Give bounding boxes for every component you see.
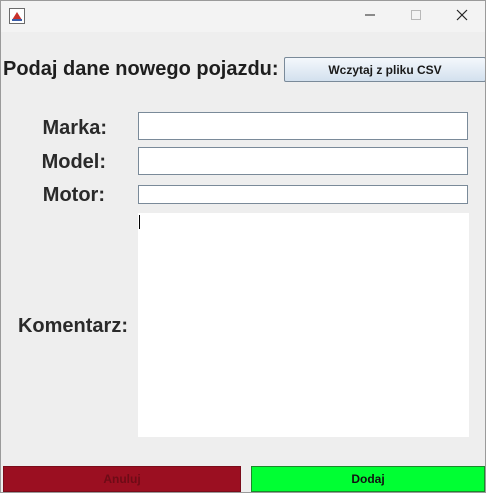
window: Podaj dane nowego pojazdu: Wczytaj z pli… <box>0 0 486 493</box>
minimize-icon <box>364 8 376 26</box>
marka-label: Marka: <box>42 117 107 139</box>
form-heading: Podaj dane nowego pojazdu: <box>3 58 279 80</box>
model-field[interactable] <box>138 147 468 175</box>
model-label: Model: <box>41 151 106 173</box>
close-button[interactable] <box>439 1 485 32</box>
maximize-button[interactable] <box>393 1 439 32</box>
maximize-icon <box>410 8 422 26</box>
text-caret <box>139 215 140 229</box>
load-csv-button[interactable]: Wczytaj z pliku CSV <box>284 57 485 82</box>
komentarz-textarea[interactable] <box>138 213 469 437</box>
cancel-button[interactable]: Anuluj <box>3 466 241 492</box>
title-bar[interactable] <box>1 1 485 32</box>
minimize-button[interactable] <box>347 1 393 32</box>
close-icon <box>456 8 468 26</box>
motor-field[interactable] <box>138 185 468 204</box>
marka-field[interactable] <box>138 112 468 140</box>
motor-label: Motor: <box>42 184 105 206</box>
java-app-icon <box>9 8 25 24</box>
komentarz-label: Komentarz: <box>17 315 128 337</box>
add-button[interactable]: Dodaj <box>251 466 485 492</box>
